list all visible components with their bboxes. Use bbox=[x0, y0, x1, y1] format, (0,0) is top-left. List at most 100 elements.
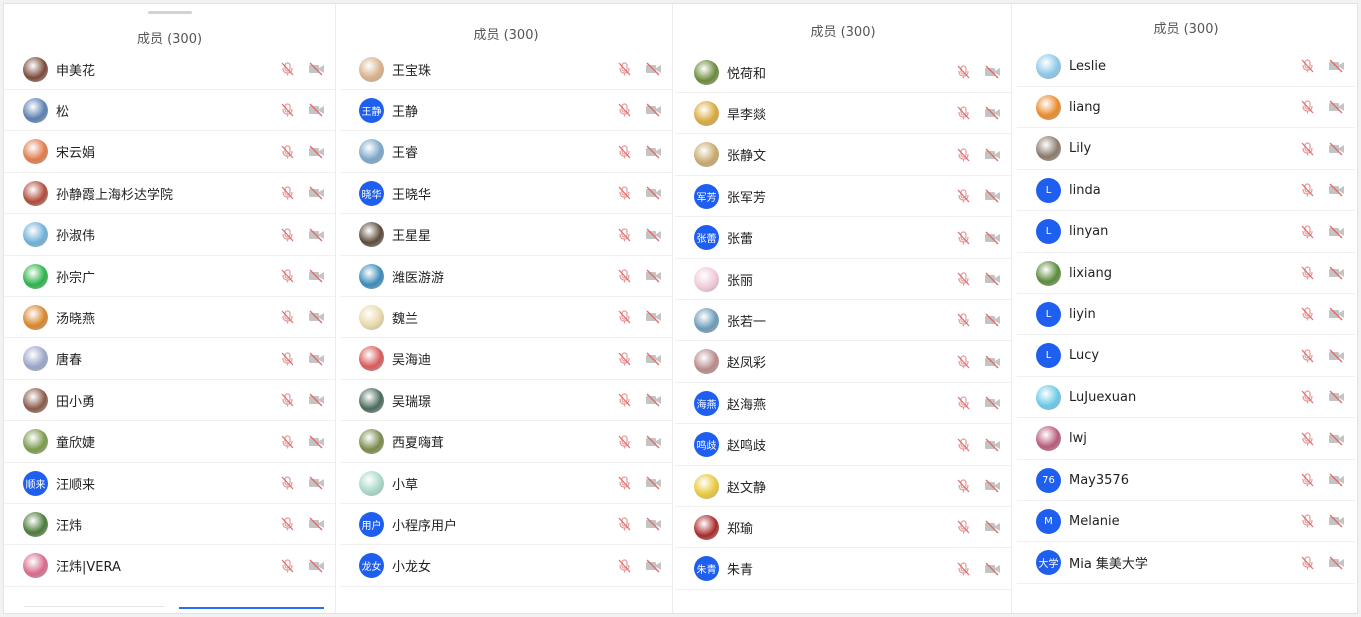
member-row[interactable]: M Melanie bbox=[1017, 501, 1355, 543]
member-row[interactable]: 汤晓燕 bbox=[4, 297, 335, 339]
camera-off-icon[interactable] bbox=[984, 65, 1001, 79]
camera-off-icon[interactable] bbox=[645, 145, 662, 159]
camera-off-icon[interactable] bbox=[984, 438, 1001, 452]
camera-off-icon[interactable] bbox=[1328, 473, 1345, 487]
mic-muted-icon[interactable] bbox=[1299, 431, 1316, 446]
camera-off-icon[interactable] bbox=[308, 352, 325, 366]
mic-muted-icon[interactable] bbox=[279, 186, 296, 200]
camera-off-icon[interactable] bbox=[645, 62, 662, 76]
camera-off-icon[interactable] bbox=[308, 393, 325, 407]
camera-off-icon[interactable] bbox=[308, 476, 325, 490]
camera-off-icon[interactable] bbox=[645, 352, 662, 366]
member-row[interactable]: lwj bbox=[1017, 419, 1355, 460]
camera-off-icon[interactable] bbox=[984, 396, 1001, 410]
member-row[interactable]: 张蕾 张蕾 bbox=[675, 218, 1011, 259]
camera-off-icon[interactable] bbox=[984, 106, 1001, 120]
mic-muted-icon[interactable] bbox=[279, 103, 296, 117]
mic-muted-icon[interactable] bbox=[955, 189, 972, 203]
mic-muted-icon[interactable] bbox=[616, 227, 633, 242]
camera-off-icon[interactable] bbox=[645, 310, 662, 324]
mic-muted-icon[interactable] bbox=[955, 230, 972, 245]
member-row[interactable]: 吴瑞璟 bbox=[340, 380, 672, 422]
mic-muted-icon[interactable] bbox=[955, 562, 972, 576]
camera-off-icon[interactable] bbox=[984, 189, 1001, 203]
member-row[interactable]: 张若一 bbox=[675, 300, 1011, 342]
camera-off-icon[interactable] bbox=[1328, 183, 1345, 197]
mic-muted-icon[interactable] bbox=[1299, 349, 1316, 363]
camera-off-icon[interactable] bbox=[984, 355, 1001, 369]
mic-muted-icon[interactable] bbox=[955, 520, 972, 534]
member-row[interactable]: 申美花 bbox=[4, 49, 335, 90]
camera-off-icon[interactable] bbox=[645, 103, 662, 117]
camera-off-icon[interactable] bbox=[308, 62, 325, 76]
mic-muted-icon[interactable] bbox=[279, 227, 296, 242]
camera-off-icon[interactable] bbox=[1328, 556, 1345, 570]
mic-muted-icon[interactable] bbox=[279, 62, 296, 76]
mic-muted-icon[interactable] bbox=[616, 434, 633, 449]
camera-off-icon[interactable] bbox=[1328, 100, 1345, 114]
camera-off-icon[interactable] bbox=[984, 520, 1001, 534]
mic-muted-icon[interactable] bbox=[616, 559, 633, 573]
camera-off-icon[interactable] bbox=[984, 479, 1001, 493]
mic-muted-icon[interactable] bbox=[616, 476, 633, 490]
camera-off-icon[interactable] bbox=[308, 559, 325, 573]
camera-off-icon[interactable] bbox=[308, 310, 325, 324]
mic-muted-icon[interactable] bbox=[1299, 266, 1316, 280]
member-row[interactable]: 王静 王静 bbox=[340, 90, 672, 132]
camera-off-icon[interactable] bbox=[1328, 307, 1345, 321]
camera-off-icon[interactable] bbox=[1328, 390, 1345, 404]
camera-off-icon[interactable] bbox=[645, 476, 662, 490]
camera-off-icon[interactable] bbox=[1328, 59, 1345, 73]
member-row[interactable]: 张丽 bbox=[675, 259, 1011, 300]
member-row[interactable]: Lily bbox=[1017, 129, 1355, 170]
member-row[interactable]: 孙静霞上海杉达学院 bbox=[4, 173, 335, 215]
mic-muted-icon[interactable] bbox=[1299, 224, 1316, 239]
mic-muted-icon[interactable] bbox=[616, 269, 633, 283]
member-row[interactable]: 王星星 bbox=[340, 215, 672, 256]
member-row[interactable]: 童欣婕 bbox=[4, 422, 335, 463]
camera-off-icon[interactable] bbox=[984, 148, 1001, 162]
member-row[interactable]: 用户 小程序用户 bbox=[340, 504, 672, 546]
mic-muted-icon[interactable] bbox=[616, 186, 633, 200]
camera-off-icon[interactable] bbox=[645, 269, 662, 283]
member-row[interactable]: 潍医游游 bbox=[340, 256, 672, 297]
camera-off-icon[interactable] bbox=[984, 562, 1001, 576]
camera-off-icon[interactable] bbox=[1328, 514, 1345, 528]
member-row[interactable]: 郑瑜 bbox=[675, 507, 1011, 549]
camera-off-icon[interactable] bbox=[984, 272, 1001, 286]
member-row[interactable]: 汪炜 bbox=[4, 504, 335, 546]
camera-off-icon[interactable] bbox=[308, 145, 325, 159]
member-row[interactable]: 76 May3576 bbox=[1017, 460, 1355, 501]
mic-muted-icon[interactable] bbox=[616, 393, 633, 407]
mic-muted-icon[interactable] bbox=[1299, 390, 1316, 404]
scroll-indicator[interactable] bbox=[179, 607, 324, 609]
camera-off-icon[interactable] bbox=[645, 228, 662, 242]
member-row[interactable]: 旱李燚 bbox=[675, 93, 1011, 135]
mic-muted-icon[interactable] bbox=[955, 65, 972, 79]
member-row[interactable]: 松 bbox=[4, 90, 335, 132]
mic-muted-icon[interactable] bbox=[616, 352, 633, 366]
mic-muted-icon[interactable] bbox=[279, 145, 296, 159]
mic-muted-icon[interactable] bbox=[1299, 473, 1316, 487]
member-row[interactable]: Llinyan bbox=[1017, 212, 1355, 253]
member-row[interactable]: 汪炜|VERA bbox=[4, 546, 335, 587]
camera-off-icon[interactable] bbox=[645, 186, 662, 200]
member-row[interactable]: 孙宗广 bbox=[4, 256, 335, 297]
member-row[interactable]: 赵凤彩 bbox=[675, 342, 1011, 383]
member-row[interactable]: 王宝珠 bbox=[340, 49, 672, 90]
member-row[interactable]: lixiang bbox=[1017, 253, 1355, 294]
member-row[interactable]: 晓华 王晓华 bbox=[340, 173, 672, 215]
camera-off-icon[interactable] bbox=[1328, 349, 1345, 363]
member-row[interactable]: 王睿 bbox=[340, 132, 672, 173]
mic-muted-icon[interactable] bbox=[955, 396, 972, 410]
mic-muted-icon[interactable] bbox=[279, 352, 296, 366]
mic-muted-icon[interactable] bbox=[1299, 142, 1316, 156]
member-row[interactable]: 大学 Mia 集美大学 bbox=[1017, 543, 1355, 584]
mic-muted-icon[interactable] bbox=[1299, 514, 1316, 528]
camera-off-icon[interactable] bbox=[984, 313, 1001, 327]
camera-off-icon[interactable] bbox=[645, 393, 662, 407]
member-row[interactable]: 鸣歧 赵鸣歧 bbox=[675, 425, 1011, 466]
member-row[interactable]: 唐春 bbox=[4, 339, 335, 380]
mic-muted-icon[interactable] bbox=[279, 517, 296, 531]
mic-muted-icon[interactable] bbox=[1299, 183, 1316, 197]
